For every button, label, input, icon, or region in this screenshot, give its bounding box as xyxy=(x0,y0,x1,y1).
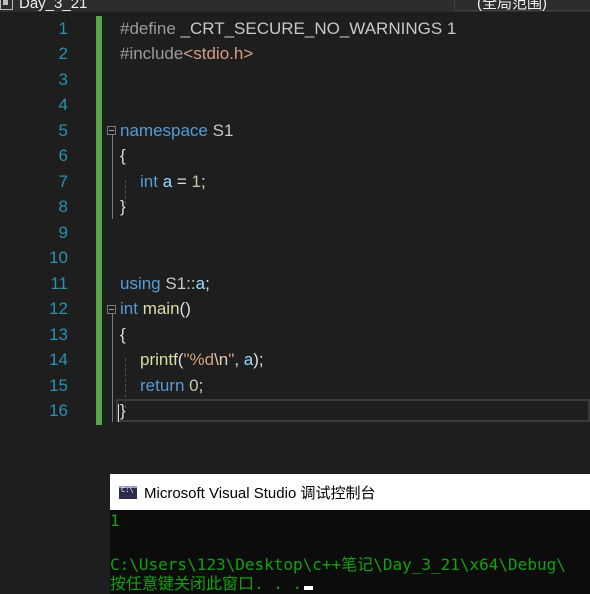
code-line-6: { xyxy=(120,146,126,165)
fold-guide-line xyxy=(112,135,113,219)
scope-dropdown[interactable]: (全局范围) xyxy=(454,0,590,12)
line-number: 6 xyxy=(58,146,68,165)
keyword: namespace xyxy=(120,121,208,140)
current-line-highlight xyxy=(116,399,590,422)
function-name: main xyxy=(137,299,180,318)
escape-sequence: \n xyxy=(214,350,229,369)
line-number-gutter: 1 2 3 4 5 6 7 8 9 10 11 12 13 14 15 16 xyxy=(0,12,96,474)
line-number: 11 xyxy=(50,274,68,293)
punctuation: () xyxy=(179,299,191,318)
variable: a xyxy=(195,274,206,293)
fold-guide-line xyxy=(112,314,113,422)
namespace-qualifier: S1:: xyxy=(160,274,196,293)
console-output: 1 xyxy=(110,511,120,530)
code-line-12: int main() xyxy=(120,296,191,321)
line-number: 1 xyxy=(58,19,68,38)
code-line-1: #define _CRT_SECURE_NO_WARNINGS 1 xyxy=(120,16,456,41)
top-navigation-bar: Day_3_21 (全局范围) xyxy=(0,0,590,12)
code-line-16: } xyxy=(120,401,126,420)
line-number: 7 xyxy=(58,172,68,191)
variable: a xyxy=(157,172,173,191)
line-number: 9 xyxy=(58,223,68,242)
header-name: <stdio.h> xyxy=(183,44,254,63)
code-line-15: return 0; xyxy=(140,373,203,398)
keyword: int xyxy=(120,299,138,318)
line-number: 4 xyxy=(58,95,68,114)
operator: = xyxy=(172,172,192,191)
number-literal: 1 xyxy=(191,172,201,191)
preprocessor-define: #define xyxy=(120,19,181,38)
console-title-bar[interactable]: Microsoft Visual Studio 调试控制台 xyxy=(110,474,590,510)
console-icon xyxy=(119,485,137,499)
console-prompt-line: 按任意键关闭此窗口. . . xyxy=(110,570,314,594)
punctuation: , xyxy=(234,350,244,369)
variable: a xyxy=(243,350,254,369)
punctuation: ; xyxy=(205,274,210,293)
line-number: 5 xyxy=(58,121,68,140)
macro-name: _CRT_SECURE_NO_WARNINGS xyxy=(180,19,443,38)
line-number: 14 xyxy=(49,350,68,369)
project-dropdown[interactable]: Day_3_21 xyxy=(0,0,87,12)
console-title: Microsoft Visual Studio 调试控制台 xyxy=(144,484,376,502)
line-number: 8 xyxy=(58,197,68,216)
function-name: printf xyxy=(140,350,178,369)
collapse-namespace-icon[interactable] xyxy=(107,126,116,135)
collapse-main-icon[interactable] xyxy=(107,305,116,314)
line-number: 12 xyxy=(49,299,68,318)
code-editor[interactable]: 1 2 3 4 5 6 7 8 9 10 11 12 13 14 15 16 #… xyxy=(0,12,590,474)
macro-value: 1 xyxy=(442,19,457,38)
line-number: 13 xyxy=(49,325,68,344)
console-prompt: 按任意键关闭此窗口. . . xyxy=(110,574,303,593)
text-caret xyxy=(118,404,119,422)
line-number: 3 xyxy=(58,70,68,89)
punctuation: ; xyxy=(201,172,206,191)
keyword: using xyxy=(120,274,161,293)
code-line-5: namespace S1 xyxy=(120,118,233,143)
preprocessor-include: #include xyxy=(120,44,184,63)
line-number: 15 xyxy=(49,376,68,395)
line-number: 2 xyxy=(58,44,68,63)
code-line-8: } xyxy=(120,197,126,216)
console-cursor xyxy=(304,586,314,590)
number-literal: 0 xyxy=(184,376,199,395)
code-line-2: #include<stdio.h> xyxy=(120,41,253,66)
code-line-13: { xyxy=(120,325,126,344)
code-line-7: int a = 1; xyxy=(140,169,206,194)
keyword: return xyxy=(140,376,185,395)
punctuation: ); xyxy=(253,350,264,369)
string-literal: "%d xyxy=(183,350,215,369)
punctuation: ; xyxy=(198,376,204,395)
line-number: 10 xyxy=(49,248,68,267)
project-name: Day_3_21 xyxy=(19,0,88,12)
code-line-14: printf("%d\n", a); xyxy=(140,347,264,372)
line-number: 16 xyxy=(49,401,68,420)
project-icon xyxy=(0,0,13,10)
namespace-name: S1 xyxy=(207,121,234,140)
code-line-11: using S1::a; xyxy=(120,271,210,296)
debug-console-window[interactable]: Microsoft Visual Studio 调试控制台 1 C:\Users… xyxy=(110,474,590,594)
keyword: int xyxy=(140,172,158,191)
change-indicator-bar xyxy=(96,16,102,425)
